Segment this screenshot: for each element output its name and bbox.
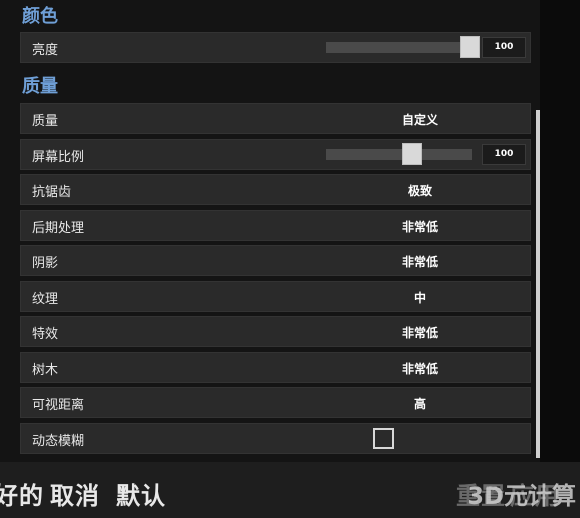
ok-button[interactable]: 好的 [0,476,44,511]
slider-thumb[interactable] [460,36,480,58]
setting-label: 动态模糊 [32,434,85,449]
setting-row-antialiasing[interactable]: 抗锯齿 极致 [20,174,531,205]
brightness-value-box[interactable]: 100 [482,37,526,58]
setting-value[interactable]: 非常低 [360,253,480,270]
setting-row-post-processing[interactable]: 后期处理 非常低 [20,210,531,241]
brightness-slider[interactable] [326,36,480,58]
setting-label: 亮度 [32,43,59,58]
section-title-quality: 质量 [22,76,58,97]
setting-value[interactable]: 非常低 [360,360,480,377]
section-title-color: 颜色 [22,6,58,27]
setting-label: 可视距离 [32,398,85,413]
setting-label: 抗锯齿 [32,185,72,200]
screen-scale-slider[interactable] [326,143,472,165]
setting-row-screen-scale[interactable]: 屏幕比例 100 [20,139,531,170]
setting-row-brightness[interactable]: 亮度 100 [20,32,531,63]
cancel-button[interactable]: 取消 [50,476,100,511]
watermark-logo: 3D元计算 [467,482,576,510]
setting-label: 阴影 [32,256,59,271]
setting-value[interactable]: 高 [360,395,480,412]
setting-label: 纹理 [32,292,59,307]
setting-value[interactable]: 极致 [360,182,480,199]
scrollbar[interactable] [536,110,540,458]
setting-row-quality[interactable]: 质量 自定义 [20,103,531,134]
setting-label: 质量 [32,114,59,129]
setting-value[interactable]: 非常低 [360,218,480,235]
setting-row-motion-blur[interactable]: 动态模糊 [20,423,531,454]
setting-label: 后期处理 [32,221,85,236]
setting-value[interactable]: 非常低 [360,324,480,341]
setting-label: 特效 [32,327,59,342]
setting-row-shadows[interactable]: 阴影 非常低 [20,245,531,276]
setting-value[interactable]: 中 [360,289,480,306]
setting-label: 树木 [32,363,59,378]
setting-row-foliage[interactable]: 树木 非常低 [20,352,531,383]
slider-thumb[interactable] [402,143,422,165]
setting-row-textures[interactable]: 纹理 中 [20,281,531,312]
motion-blur-checkbox[interactable] [373,428,394,449]
setting-label: 屏幕比例 [32,150,85,165]
setting-value[interactable]: 自定义 [360,111,480,128]
settings-panel: 颜色 亮度 100 质量 质量 自定义 屏幕比例 100 抗锯齿 极致 后期处理… [0,0,540,462]
setting-row-effects[interactable]: 特效 非常低 [20,316,531,347]
setting-row-view-distance[interactable]: 可视距离 高 [20,387,531,418]
default-button[interactable]: 默认 [116,476,166,511]
screen-scale-value-box[interactable]: 100 [482,144,526,165]
bottom-action-bar: 好的 取消 默认 重置 应用 3D元计算 [0,462,580,518]
